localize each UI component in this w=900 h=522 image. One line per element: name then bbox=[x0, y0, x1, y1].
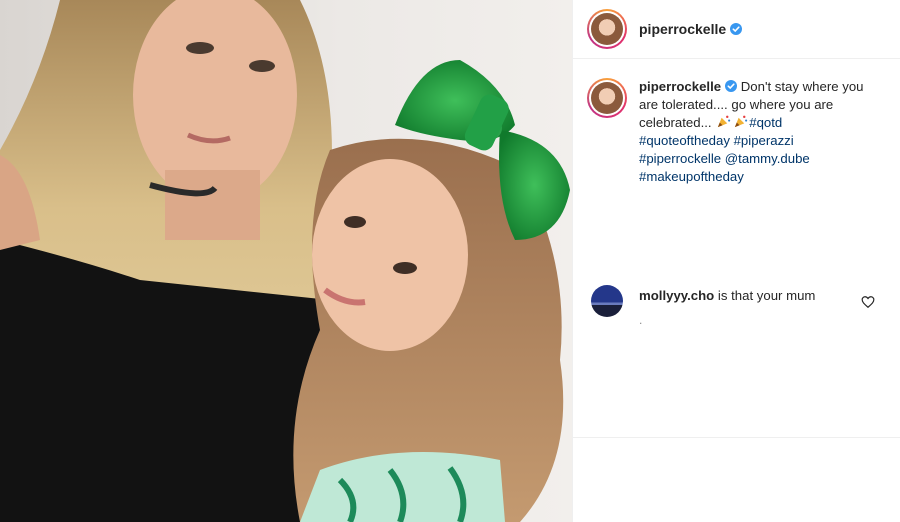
post-detail-panel: piperrockelle piperrockelle Don't stay w… bbox=[572, 0, 900, 522]
commenter-username[interactable]: mollyyy.cho bbox=[639, 288, 714, 303]
hashtag-link[interactable]: #qotd bbox=[749, 115, 782, 130]
caption-text: piperrockelle Don't stay where you are t… bbox=[639, 78, 885, 186]
post-header: piperrockelle bbox=[573, 0, 900, 59]
caption: piperrockelle Don't stay where you are t… bbox=[587, 78, 887, 186]
author-avatar[interactable] bbox=[587, 9, 627, 49]
verified-badge-icon bbox=[725, 80, 738, 92]
author-username[interactable]: piperrockelle bbox=[639, 21, 726, 37]
like-heart-icon[interactable] bbox=[861, 295, 875, 309]
commenter-avatar[interactable] bbox=[591, 285, 623, 317]
comment-body: mollyyy.cho is that your mum . bbox=[639, 287, 867, 329]
caption-avatar[interactable] bbox=[587, 78, 627, 118]
mention-link[interactable]: @tammy.dube bbox=[725, 151, 810, 166]
comment-meta: . bbox=[639, 313, 643, 327]
comments-divider bbox=[573, 437, 900, 438]
party-popper-icon bbox=[718, 115, 731, 128]
avatar-image bbox=[591, 82, 623, 114]
post-image bbox=[0, 0, 572, 522]
comment-item: mollyyy.cho is that your mum . bbox=[591, 285, 887, 329]
hashtag-link[interactable]: #piperrockelle bbox=[639, 151, 721, 166]
comment-text: is that your mum bbox=[717, 288, 816, 303]
post-photo[interactable] bbox=[0, 0, 572, 522]
avatar-image bbox=[591, 13, 623, 45]
party-popper-icon bbox=[735, 115, 748, 128]
hashtag-link[interactable]: #makeupoftheday bbox=[639, 169, 744, 184]
hashtag-link[interactable]: #quoteoftheday #piperazzi bbox=[639, 133, 794, 148]
verified-badge-icon bbox=[730, 23, 743, 35]
caption-username[interactable]: piperrockelle bbox=[639, 79, 721, 94]
